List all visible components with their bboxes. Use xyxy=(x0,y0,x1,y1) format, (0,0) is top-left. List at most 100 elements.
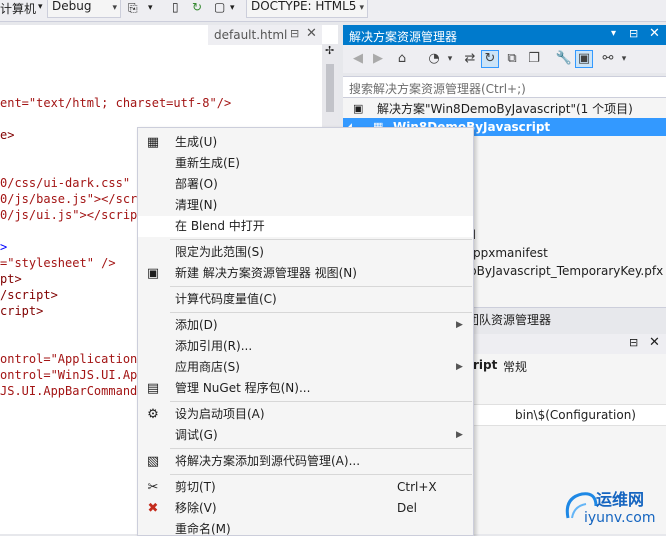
menu-separator xyxy=(170,474,472,475)
submenu-arrow-icon: ▶ xyxy=(456,430,463,440)
tree-row-solution[interactable]: ▣ 解决方案"Win8DemoByJavascript"(1 个项目) xyxy=(343,100,666,118)
machine-target-label[interactable]: 计算机 xyxy=(0,1,36,21)
search-placeholder: 搜索解决方案资源管理器(Ctrl+;) xyxy=(349,82,526,96)
menu-item-label: 部署(O) xyxy=(175,177,218,191)
menu-item[interactable]: 部署(O) xyxy=(138,174,473,195)
menu-item-label: 添加(D) xyxy=(175,318,218,332)
toolbar-overflow-icon[interactable]: ▾ xyxy=(230,3,235,13)
menu-item[interactable]: 清理(N) xyxy=(138,195,473,216)
tab-title: default.html xyxy=(214,28,288,42)
menu-item-label: 设为启动项目(A) xyxy=(175,407,265,421)
menu-item[interactable]: 限定为此范围(S) xyxy=(138,242,473,263)
sync-icon[interactable]: ⇄ xyxy=(461,50,479,68)
properties-subject: ript xyxy=(473,358,498,372)
properties-icon[interactable]: 🔧 xyxy=(555,50,573,68)
doctype-value: DOCTYPE: HTML5 xyxy=(251,0,357,13)
chevron-down-icon: ▾ xyxy=(112,3,117,13)
gear-icon: ⚙ xyxy=(147,407,159,422)
menu-item[interactable]: ▤ 管理 NuGet 程序包(N)... xyxy=(138,378,473,399)
solution-root-label: 解决方案"Win8DemoByJavascript"(1 个项目) xyxy=(377,102,633,116)
machine-target-dropdown-icon[interactable]: ▾ xyxy=(38,2,43,12)
solution-search-input[interactable]: 搜索解决方案资源管理器(Ctrl+;) xyxy=(343,76,666,98)
watermark-logo: 运维网 iyunv.com xyxy=(560,480,666,534)
menu-item-label: 在 Blend 中打开 xyxy=(175,219,265,233)
comment-icon[interactable]: ▢ xyxy=(214,0,225,14)
menu-item[interactable]: ✂ 剪切(T) Ctrl+X xyxy=(138,477,473,498)
toolbar-overflow-icon[interactable]: ▾ xyxy=(148,3,153,13)
menu-item[interactable]: 在 Blend 中打开 xyxy=(138,216,473,237)
code-line: cript> xyxy=(0,304,44,318)
menu-item-shortcut: Del xyxy=(397,501,417,515)
pin-icon[interactable]: ⊟ xyxy=(629,336,638,349)
code-line: ontrol="Application.I xyxy=(0,352,152,366)
close-icon[interactable]: ✕ xyxy=(306,26,317,41)
dropdown-icon[interactable]: ▾ xyxy=(611,28,616,39)
close-icon[interactable]: ✕ xyxy=(649,335,660,350)
remove-icon: ✖ xyxy=(147,501,159,516)
pin-icon[interactable]: ⊟ xyxy=(629,27,638,40)
close-icon[interactable]: ✕ xyxy=(649,26,660,41)
watermark-url: iyunv.com xyxy=(584,510,656,526)
code-line: pt> xyxy=(0,272,22,286)
menu-item[interactable]: 添加引用(R)... xyxy=(138,336,473,357)
menu-item[interactable]: 应用商店(S) ▶ xyxy=(138,357,473,378)
menu-item[interactable]: 重命名(M) xyxy=(138,519,473,536)
code-line: 0/js/base.js"></scri xyxy=(0,192,145,206)
document-icon[interactable]: ▯ xyxy=(172,0,179,14)
split-icon[interactable]: ✢ xyxy=(325,44,334,57)
source-control-icon: ▧ xyxy=(146,454,160,469)
menu-item[interactable]: ✖ 移除(V) Del xyxy=(138,498,473,519)
pin-icon[interactable]: ⊟ xyxy=(290,27,299,40)
main-toolbar: 计算机 ▾ Debug ▾ ⎘ ▾ ▯ ↻ ▢ ▾ DOCTYPE: HTML5… xyxy=(0,0,666,22)
doctype-dropdown[interactable]: DOCTYPE: HTML5 ▾ xyxy=(246,0,368,18)
menu-item-label: 新建 解决方案资源管理器 视图(N) xyxy=(175,266,357,280)
solution-explorer-toolbar: ◀ ▶ ⌂ ◔ ▾ ⇄ ↻ ⧉ ❐ 🔧 ▣ ⚯ ▾ xyxy=(343,45,666,73)
menu-item-label: 重命名(M) xyxy=(175,522,231,536)
submenu-arrow-icon: ▶ xyxy=(456,362,463,372)
home-icon[interactable]: ⌂ xyxy=(393,50,411,68)
show-all-files-icon[interactable]: ❐ xyxy=(525,50,543,68)
solution-explorer-title: 解决方案资源管理器 xyxy=(349,30,458,44)
context-menu: ▦ 生成(U) 重新生成(E) 部署(O) 清理(N) 在 Blend 中打开 限定为此范围… xyxy=(137,127,474,536)
menu-item[interactable]: 调试(G) ▶ xyxy=(138,425,473,446)
nuget-icon: ▤ xyxy=(146,381,160,396)
code-line: e> xyxy=(0,128,15,142)
attach-icon[interactable]: ↻ xyxy=(192,0,202,14)
refresh-icon[interactable]: ↻ xyxy=(481,50,499,68)
find-icon[interactable]: ⎘ xyxy=(128,1,138,16)
code-line: 0/js/ui.js"></scrip xyxy=(0,208,138,222)
forward-icon[interactable]: ▶ xyxy=(369,50,387,68)
submenu-arrow-icon: ▶ xyxy=(456,320,463,330)
menu-separator xyxy=(170,239,472,240)
configuration-dropdown[interactable]: Debug ▾ xyxy=(47,0,121,18)
menu-item[interactable]: 重新生成(E) xyxy=(138,153,473,174)
scrollbar-thumb[interactable] xyxy=(326,64,334,112)
menu-item-shortcut: Ctrl+X xyxy=(397,480,437,494)
menu-item-label: 计算代码度量值(C) xyxy=(175,292,277,306)
team-explorer-label: 团队资源管理器 xyxy=(467,313,552,327)
properties-category: 常规 xyxy=(503,360,528,374)
preview-icon[interactable]: ▣ xyxy=(575,50,593,68)
menu-item[interactable]: 添加(D) ▶ xyxy=(138,315,473,336)
menu-item-label: 生成(U) xyxy=(175,135,218,149)
menu-item[interactable]: 计算代码度量值(C) xyxy=(138,289,473,310)
file-label: bByJavascript_TemporaryKey.pfx xyxy=(469,264,664,278)
back-icon[interactable]: ◀ xyxy=(349,50,367,68)
menu-separator xyxy=(170,286,472,287)
file-label: ppxmanifest xyxy=(473,246,548,260)
menu-item[interactable]: ▦ 生成(U) xyxy=(138,132,473,153)
menu-item-label: 重新生成(E) xyxy=(175,156,240,170)
menu-item[interactable]: ⚙ 设为启动项目(A) xyxy=(138,404,473,425)
tab-default-html[interactable]: default.html ⊟ ✕ xyxy=(208,25,322,45)
code-line: /script> xyxy=(0,288,58,302)
menu-item[interactable]: ▣ 新建 解决方案资源管理器 视图(N) xyxy=(138,263,473,284)
collapse-all-icon[interactable]: ⧉ xyxy=(503,50,521,68)
menu-separator xyxy=(170,448,472,449)
menu-item[interactable]: ▧ 将解决方案添加到源代码管理(A)... xyxy=(138,451,473,472)
menu-item-label: 管理 NuGet 程序包(N)... xyxy=(175,381,311,395)
menu-item-label: 限定为此范围(S) xyxy=(175,245,264,259)
dropdown-icon[interactable]: ▾ xyxy=(615,50,633,68)
dropdown-icon[interactable]: ▾ xyxy=(441,50,459,68)
menu-item-label: 清理(N) xyxy=(175,198,218,212)
code-line: ontrol="WinJS.UI.App xyxy=(0,368,145,382)
